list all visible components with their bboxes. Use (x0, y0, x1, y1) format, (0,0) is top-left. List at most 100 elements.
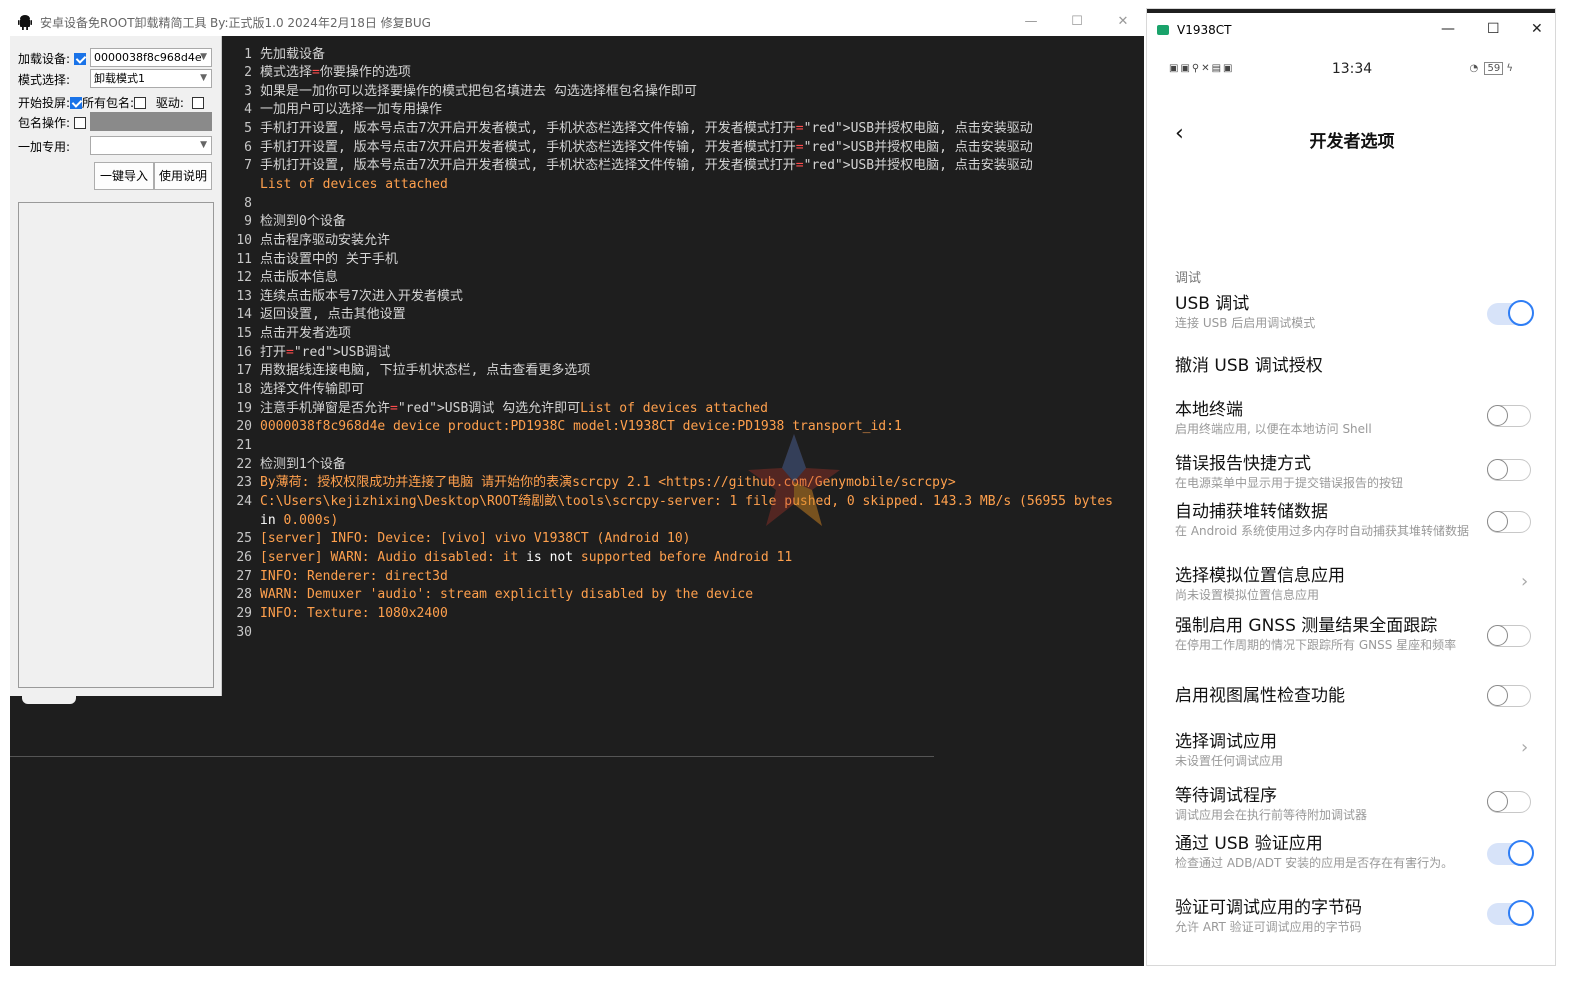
console-line: 21 (222, 437, 1144, 455)
settings-item-subtitle: 检查通过 ADB/ADT 安装的应用是否存在有害行为。 (1175, 856, 1454, 870)
line-text: 用数据线连接电脑, 下拉手机状态栏, 点击查看更多选项 (260, 363, 591, 378)
line-number: 27 (236, 569, 252, 584)
line-text: 手机打开设置, 版本号点击7次开启开发者模式, 手机状态栏选择文件传输, 开发者… (260, 158, 1033, 173)
line-text: 先加载设备 (260, 47, 326, 62)
tool-minimize-button[interactable]: — (1008, 8, 1054, 36)
settings-item-title: 选择模拟位置信息应用 (1175, 566, 1345, 586)
oneplus-select[interactable]: ▼ (90, 136, 212, 155)
console-line: 6 手机打开设置, 版本号点击7次开启开发者模式, 手机状态栏选择文件传输, 开发… (222, 139, 1144, 157)
settings-item[interactable]: 自动捕获堆转储数据在 Android 系统使用过多内存时自动捕获其堆转储数据 (1175, 501, 1475, 539)
tool-maximize-button[interactable]: ☐ (1054, 8, 1100, 36)
settings-item-subtitle: 在 Android 系统使用过多内存时自动捕获其堆转储数据 (1175, 524, 1470, 538)
device-checkbox[interactable] (73, 53, 86, 65)
tool-title: 安卓设备免ROOT卸载精简工具 (40, 16, 207, 30)
line-text: List of devices attached (260, 177, 448, 192)
line-number: 8 (244, 196, 252, 211)
driver-checkbox[interactable] (191, 97, 204, 109)
device-select[interactable]: 0000038f8c968d4e ▼ (90, 48, 212, 67)
settings-item[interactable]: 错误报告快捷方式 在电源菜单中显示用于提交错误报告的按钮 (1175, 453, 1475, 491)
line-text: 检测到0个设备 (260, 214, 346, 229)
projection-checkbox[interactable] (70, 97, 83, 109)
page-title: 开发者选项 (1309, 132, 1395, 152)
help-button[interactable]: 使用说明 (154, 162, 212, 190)
line-number: 30 (236, 625, 252, 640)
mode-select[interactable]: 卸载模式1 ▼ (90, 69, 212, 88)
console-line: 27 INFO: Renderer: direct3d (222, 568, 1144, 586)
line-text: WARN: Demuxer 'audio': stream explicitly… (260, 587, 754, 602)
chevron-right-icon[interactable]: › (1521, 737, 1528, 758)
package-list[interactable] (18, 202, 214, 688)
tool-close-button[interactable]: ✕ (1100, 8, 1146, 36)
line-number: 3 (244, 84, 252, 99)
toggle-switch[interactable] (1487, 791, 1531, 813)
projection-row: 开始投屏: 所有包名: 驱动: (18, 94, 204, 111)
line-number: 26 (236, 550, 252, 565)
settings-item[interactable]: 本地终端 启用终端应用, 以便在本地访问 Shell (1175, 399, 1475, 437)
tool-titlebar: 安卓设备免ROOT卸载精简工具 By:正式版1.0 2024年2月18日 修复B… (10, 8, 1144, 36)
all-packages-checkbox[interactable] (134, 97, 147, 109)
settings-item[interactable]: USB 调试 连接 USB 后启用调试模式 (1175, 293, 1475, 331)
console-line: 10 点击程序驱动安装允许 (222, 232, 1144, 250)
console-line: 16 打开="red">USB调试 (222, 344, 1144, 362)
package-op-label: 包名操作: (18, 116, 71, 130)
mode-label: 模式选择: (18, 73, 71, 87)
settings-item-title: 错误报告快捷方式 (1175, 454, 1311, 474)
console-line: 1 先加载设备 (222, 46, 1144, 64)
log-console: 1 先加载设备 2 模式选择=你要操作的选项 3 如果是一加你可以选择要操作的模式把包名填… (222, 36, 1144, 756)
panel-scroll-handle[interactable] (22, 696, 76, 704)
line-text: 一加用户可以选择一加专用操作 (260, 102, 443, 117)
console-line: 28 WARN: Demuxer 'audio': stream explicit… (222, 586, 1144, 604)
settings-item[interactable]: 等待调试程序 调试应用会在执行前等待附加调试器 (1175, 785, 1475, 823)
console-line: 30 (222, 624, 1144, 642)
phone-close-button[interactable]: ✕ (1531, 21, 1543, 37)
console-line: 24 C:\Users\kejizhixing\Desktop\ROOT绮剧畝\t… (222, 493, 1144, 511)
settings-item-title: USB 调试 (1175, 294, 1250, 314)
chevron-right-icon[interactable]: › (1521, 571, 1528, 592)
control-panel: 加载设备: 0000038f8c968d4e ▼ 模式选择: 卸载模式1 ▼ 开… (10, 36, 222, 696)
toggle-switch[interactable] (1487, 511, 1531, 533)
line-number: 12 (236, 270, 252, 285)
line-number: 10 (236, 233, 252, 248)
phone-minimize-button[interactable]: — (1441, 21, 1455, 37)
import-button[interactable]: 一键导入 (94, 162, 154, 190)
settings-item[interactable]: 撤消 USB 调试授权 (1175, 355, 1475, 377)
line-text: 连续点击版本号7次进入开发者模式 (260, 289, 463, 304)
settings-item[interactable]: 强制启用 GNSS 测量结果全面跟踪 在停用工作周期的情况下跟踪所有 GNSS 星… (1175, 615, 1475, 653)
toggle-switch[interactable] (1487, 840, 1534, 866)
line-text: 检测到1个设备 (260, 457, 346, 472)
line-text: 点击版本信息 (260, 270, 339, 285)
settings-item-subtitle: 允许 ART 验证可调试应用的字节码 (1175, 920, 1362, 934)
line-number: 6 (244, 140, 252, 155)
settings-item[interactable]: 通过 USB 验证应用 检查通过 ADB/ADT 安装的应用是否存在有害行为。 (1175, 833, 1475, 871)
settings-item[interactable]: 选择调试应用 未设置任何调试应用 (1175, 731, 1475, 769)
console-line: 3 如果是一加你可以选择要操作的模式把包名填进去 勾选选择框包名操作即可 (222, 83, 1144, 101)
line-text: 点击开发者选项 (260, 326, 352, 341)
settings-item[interactable]: 选择模拟位置信息应用 尚未设置模拟位置信息应用 (1175, 565, 1475, 603)
toggle-switch[interactable] (1487, 405, 1531, 427)
toggle-switch[interactable] (1487, 300, 1534, 326)
console-line: 12 点击版本信息 (222, 269, 1144, 287)
device-label: 加载设备: (18, 52, 71, 66)
toggle-switch[interactable] (1487, 625, 1531, 647)
phone-maximize-button[interactable]: ☐ (1487, 21, 1500, 37)
package-op-checkbox[interactable] (73, 117, 86, 129)
line-number: 4 (244, 102, 252, 117)
settings-item[interactable]: 启用视图属性检查功能 (1175, 685, 1475, 707)
settings-item-title: 选择调试应用 (1175, 732, 1277, 752)
package-name-input[interactable] (90, 112, 212, 131)
line-text: [server] INFO: Device: [vivo] vivo V1938… (260, 531, 691, 546)
line-text: [server] WARN: Audio disabled: it is not… (260, 550, 793, 565)
line-number: 22 (236, 457, 252, 472)
line-number: 21 (236, 438, 252, 453)
toggle-switch[interactable] (1487, 459, 1531, 481)
line-number: 18 (236, 382, 252, 397)
toggle-switch[interactable] (1487, 900, 1534, 926)
line-number: 16 (236, 345, 252, 360)
console-line: 20 0000038f8c968d4e device product:PD1938… (222, 418, 1144, 436)
console-line: 25 [server] INFO: Device: [vivo] vivo V19… (222, 530, 1144, 548)
toggle-switch[interactable] (1487, 685, 1531, 707)
settings-item[interactable]: 验证可调试应用的字节码 允许 ART 验证可调试应用的字节码 (1175, 897, 1475, 935)
star-logo-icon (748, 434, 840, 526)
console-line: 26 [server] WARN: Audio disabled: it is n… (222, 549, 1144, 567)
console-line: 2 模式选择=你要操作的选项 (222, 64, 1144, 82)
